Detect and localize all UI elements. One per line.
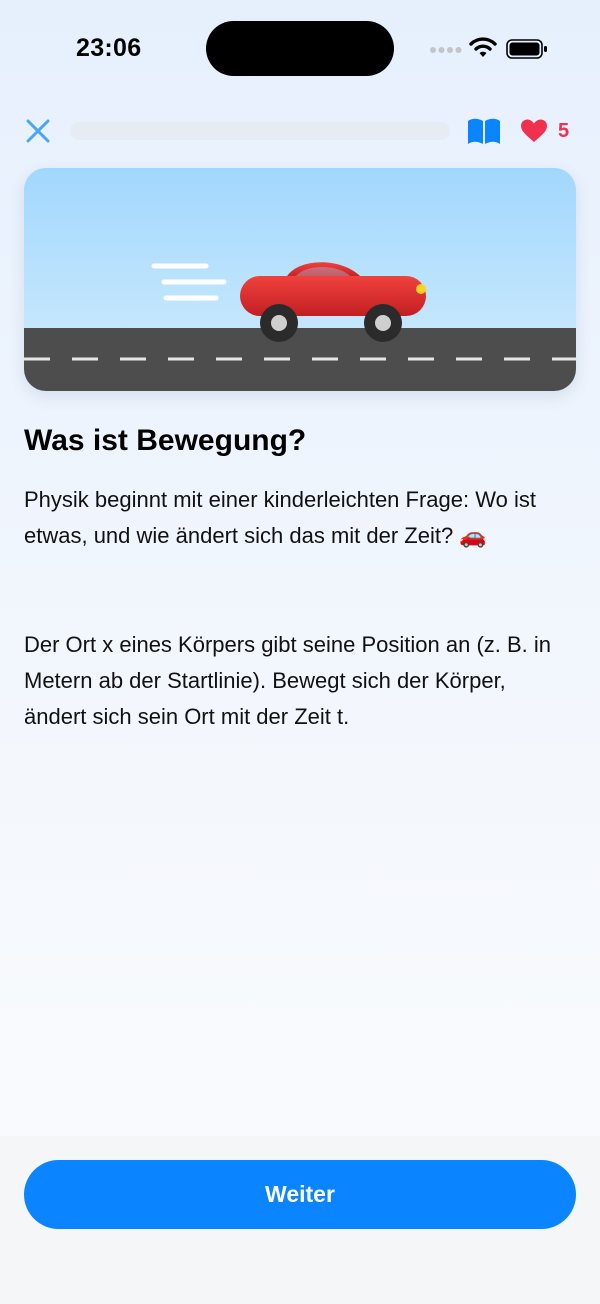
- close-icon[interactable]: [22, 115, 54, 147]
- status-bar: 23:06: [0, 0, 600, 96]
- dynamic-island: [206, 21, 394, 76]
- lives-count: 5: [558, 119, 570, 142]
- status-time: 23:06: [76, 34, 142, 62]
- lesson-paragraph-2: Der Ort x eines Körpers gibt seine Posit…: [24, 632, 552, 729]
- lesson-progress-bar: [70, 122, 450, 140]
- wifi-icon: [469, 37, 497, 57]
- battery-icon: [506, 39, 547, 59]
- book-icon[interactable]: [466, 116, 502, 146]
- signal-icon: [430, 47, 462, 53]
- lesson-top-bar: 5: [0, 110, 600, 152]
- continue-button[interactable]: Weiter: [24, 1160, 576, 1229]
- footer: Weiter: [0, 1136, 600, 1304]
- hero-illustration: [24, 168, 576, 391]
- lesson-paragraph-1: Physik beginnt mit einer kinderleichten …: [24, 487, 536, 548]
- lives-counter: 5: [520, 116, 569, 146]
- car-illustration: [24, 168, 576, 391]
- heart-icon: [521, 119, 547, 142]
- lesson-title: Was ist Bewegung?: [24, 424, 307, 457]
